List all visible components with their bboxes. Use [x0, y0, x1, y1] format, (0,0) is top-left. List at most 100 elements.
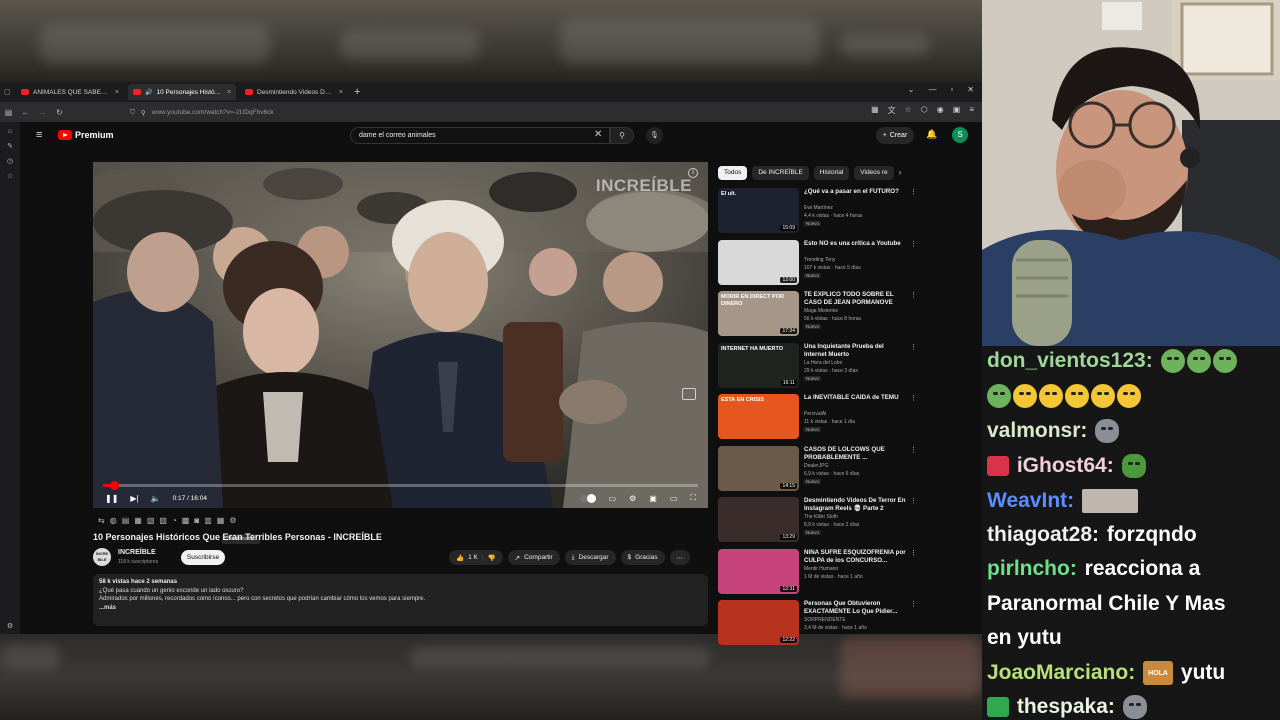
pause-icon[interactable]: ❚❚	[105, 494, 118, 503]
recommendation-title[interactable]: TE EXPLICO TODO SOBRE EL CASO DE JEAN PO…	[804, 291, 906, 307]
video-player[interactable]: INCREÍBLE i ❚❚ ▶| 🔈 0:17 / 16:04 ▭ ⚙ ▣ ▭…	[93, 162, 708, 508]
search-button[interactable]: ⚲	[610, 127, 634, 144]
recommendation-channel[interactable]: Ewi Martínez	[804, 205, 833, 211]
avatar[interactable]: S	[952, 127, 968, 143]
recommendation-thumbnail[interactable]: INTERNET HA MUERTO 16:11	[718, 342, 799, 388]
chat-username[interactable]: valmonsr:	[987, 419, 1087, 442]
recommendation-item[interactable]: INTERNET HA MUERTO 16:11 Una Inquietante P…	[718, 342, 918, 395]
bell-icon[interactable]: 🔔	[926, 129, 937, 140]
extensions-icon[interactable]: ⬡	[921, 105, 928, 116]
tab-personajes[interactable]: 🔊 10 Personajes Históricos Q ×	[128, 84, 236, 100]
tab-menu-icon[interactable]: ▢	[4, 88, 12, 96]
picture-in-picture-icon[interactable]	[682, 388, 696, 400]
recommendation-channel[interactable]: Trending Tony	[804, 257, 835, 263]
like-button[interactable]: 👍 1 K | 👎	[449, 550, 503, 565]
recommendation-item[interactable]: 13:29 Desmintiendo Videos De Terror En In…	[718, 497, 918, 549]
chat-username[interactable]: iGhost64:	[1017, 454, 1114, 477]
hamburger-menu-icon[interactable]: ≡	[36, 129, 42, 141]
gear-icon[interactable]: ⚙	[7, 622, 13, 630]
autoplay-toggle[interactable]	[579, 493, 596, 503]
more-options-icon[interactable]: ⋮	[910, 497, 917, 505]
fullscreen-icon[interactable]: ⛶	[690, 493, 696, 503]
back-button[interactable]: ←	[17, 108, 34, 117]
profile-icon[interactable]: ◉	[937, 105, 944, 116]
chevron-down-icon[interactable]: ⌄	[908, 85, 915, 94]
recommendation-thumbnail[interactable]: MORIR EN DIRECT POR DINERO 17:34	[718, 291, 799, 336]
minimize-button[interactable]: —	[928, 85, 936, 94]
more-options-icon[interactable]: ⋮	[910, 188, 917, 196]
recommendation-thumbnail[interactable]: 12:22	[718, 600, 799, 645]
microphone-icon[interactable]: 🎙	[646, 127, 663, 144]
recommendation-item[interactable]: 12:00 Esto NO es una crítica a Youtube Tre…	[718, 239, 918, 292]
recommendation-channel[interactable]: PercivalAl	[804, 411, 826, 417]
subtitles-icon[interactable]: ▭	[609, 494, 617, 503]
chat-username[interactable]: don_vientos123:	[987, 349, 1153, 372]
more-options-icon[interactable]: ⋮	[910, 291, 917, 299]
recommendation-thumbnail[interactable]: 13:29	[718, 497, 799, 542]
info-icon[interactable]: i	[688, 168, 698, 178]
channel-name[interactable]: INCREÍBLE	[118, 549, 156, 556]
recommendation-item[interactable]: ESTA EN CRISIS La INEVITABLE CAÍDA de TEM…	[718, 394, 918, 446]
chat-username[interactable]: JoaoMarciano:	[987, 661, 1135, 684]
recommendation-thumbnail[interactable]: 12:00	[718, 239, 799, 285]
menu-icon[interactable]: ≡	[969, 105, 974, 116]
recommendation-item[interactable]: MORIR EN DIRECT POR DINERO 17:34 TE EXPLIC…	[718, 291, 918, 343]
tab-animales[interactable]: ANIMALES QUE SABEN QUE SO ×	[16, 84, 124, 100]
recommendation-title[interactable]: Personas Que Obtuvieron EXACTAMENTE Lo Q…	[804, 600, 906, 616]
url-field[interactable]: ⛉ ⚲ www.youtube.com/watch?v=-2UDqFhv6ck	[130, 106, 780, 119]
recommendation-channel[interactable]: Mentir Humano	[804, 566, 838, 572]
camera-icon[interactable]: ◙	[194, 516, 199, 525]
chat-username[interactable]: thiagoat28:	[987, 523, 1099, 546]
recommendation-title[interactable]: Esto NO es una crítica a Youtube	[804, 240, 906, 248]
more-options-icon[interactable]: ⋮	[910, 394, 917, 402]
chip-todos[interactable]: Todos	[718, 166, 748, 180]
speed-icon[interactable]: ◔	[172, 516, 177, 525]
recommendation-title[interactable]: Una Inquietante Prueba del Internet Muer…	[804, 343, 906, 359]
chat-username[interactable]: WeavInt:	[987, 489, 1074, 512]
shield-icon[interactable]: ⛉	[130, 109, 135, 117]
recommendation-thumbnail[interactable]: El ult. 15:09	[718, 188, 799, 233]
more-options-icon[interactable]: ⋮	[910, 549, 917, 557]
miniplayer-icon[interactable]: ▣	[649, 494, 657, 503]
search-input[interactable]: dame el correo animales	[350, 127, 610, 144]
reload-button[interactable]: ↻	[51, 108, 68, 117]
sidebar-history-icon[interactable]: ◷	[7, 157, 13, 165]
new-tab-button[interactable]: +	[354, 86, 360, 98]
recommendation-thumbnail[interactable]: 14:15	[718, 445, 799, 491]
sidebar-home-icon[interactable]: ⌂	[8, 128, 12, 135]
crop-icon[interactable]: ▨	[159, 516, 167, 525]
recommendation-item[interactable]: 12:31 NIÑA SUFRE ESQUIZOFRENIA por CULPA …	[718, 548, 918, 601]
settings-icon[interactable]: ⚙	[229, 516, 236, 525]
download-button[interactable]: ⤓ Descargar	[564, 550, 616, 565]
settings-gear-icon[interactable]: ⚙	[629, 494, 636, 503]
translate-icon[interactable]: 文	[888, 105, 896, 116]
chat-username[interactable]: thespaka:	[1017, 695, 1115, 718]
close-icon[interactable]: ×	[227, 89, 231, 96]
more-options-icon[interactable]: ⋮	[910, 240, 917, 248]
reader-icon[interactable]: ▦	[871, 105, 879, 116]
caption-icon[interactable]: ▥	[204, 516, 212, 525]
chevron-right-icon[interactable]: ›	[899, 166, 902, 180]
image-icon[interactable]: ▩	[182, 516, 190, 525]
recommendation-channel[interactable]: The Killer Sloth	[804, 514, 838, 520]
clear-search-icon[interactable]: ✕	[594, 129, 602, 140]
forward-button[interactable]: →	[34, 108, 51, 117]
thumbs-down-icon[interactable]: 👎	[488, 554, 496, 562]
maximize-button[interactable]: ▫	[950, 85, 953, 94]
channel-avatar[interactable]: INCRE ÍBLE	[93, 548, 111, 566]
show-more-link[interactable]: ...más	[99, 604, 702, 613]
youtube-logo[interactable]: Premium	[58, 130, 114, 140]
sidebar-pencil-icon[interactable]: ✎	[7, 142, 13, 150]
more-actions-button[interactable]: ⋯	[669, 550, 691, 565]
recommendation-item[interactable]: 12:22 Personas Que Obtuvieron EXACTAMENTE…	[718, 600, 918, 652]
share-button[interactable]: ↗ Compartir	[507, 550, 560, 565]
frame-icon[interactable]: ▧	[147, 516, 155, 525]
theater-mode-icon[interactable]: ▭	[670, 494, 678, 503]
speaker-icon[interactable]: 🔊	[145, 89, 152, 96]
recommendation-item[interactable]: 14:15 CASOS DE LOLCOWS QUE PROBABLEMENTE …	[718, 445, 918, 498]
close-window-button[interactable]: ✕	[967, 85, 974, 94]
recommendation-title[interactable]: Desmintiendo Videos De Terror En Instagr…	[804, 497, 906, 513]
progress-bar[interactable]	[103, 481, 698, 490]
more-options-icon[interactable]: ⋮	[910, 600, 917, 608]
recommendation-title[interactable]: ¿Qué va a pasar en el FUTURO?	[804, 188, 906, 196]
